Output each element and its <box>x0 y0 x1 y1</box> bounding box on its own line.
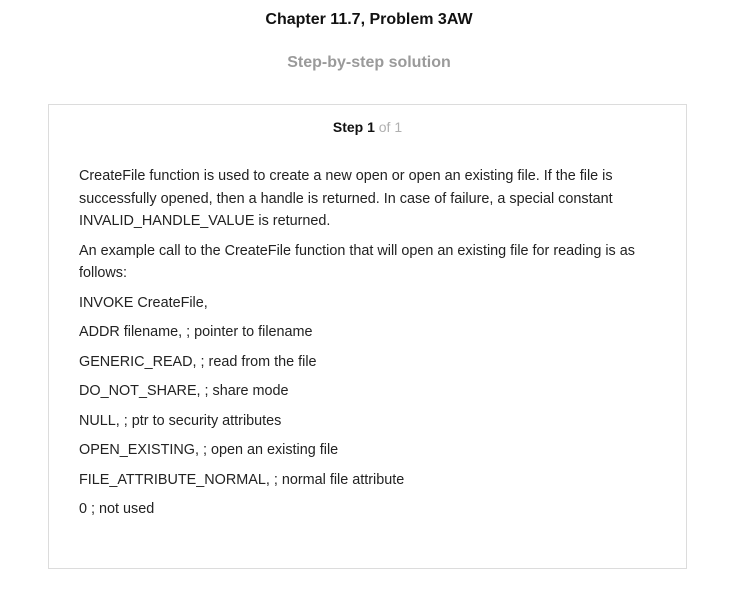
page-title: Chapter 11.7, Problem 3AW <box>265 11 473 28</box>
step-label: Step 1 <box>332 119 375 135</box>
step-count: of 1 <box>378 119 403 135</box>
explanation-paragraph: CreateFile function is used to create a … <box>79 168 613 229</box>
code-line: GENERIC_READ, ; read from the file <box>79 353 317 370</box>
solution-subtitle: Step-by-step solution <box>287 54 451 71</box>
code-line: DO_NOT_SHARE, ; share mode <box>79 383 289 399</box>
code-line: ADDR filename, ; pointer to filename <box>79 324 313 340</box>
solution-content: CreateFile function is used to create a … <box>79 165 649 528</box>
code-line: NULL, ; ptr to security attributes <box>79 412 282 429</box>
example-intro-paragraph: An example call to the CreateFile functi… <box>79 242 635 282</box>
code-line: INVOKE CreateFile, <box>79 294 208 311</box>
code-line: FILE_ATTRIBUTE_NORMAL, ; normal file att… <box>79 471 405 488</box>
step-header: Step 1 of 1 <box>49 119 686 135</box>
code-line: 0 ; not used <box>79 501 155 517</box>
code-line: OPEN_EXISTING, ; open an existing file <box>79 442 339 458</box>
solution-card: Step 1 of 1 CreateFile function is used … <box>48 104 687 569</box>
